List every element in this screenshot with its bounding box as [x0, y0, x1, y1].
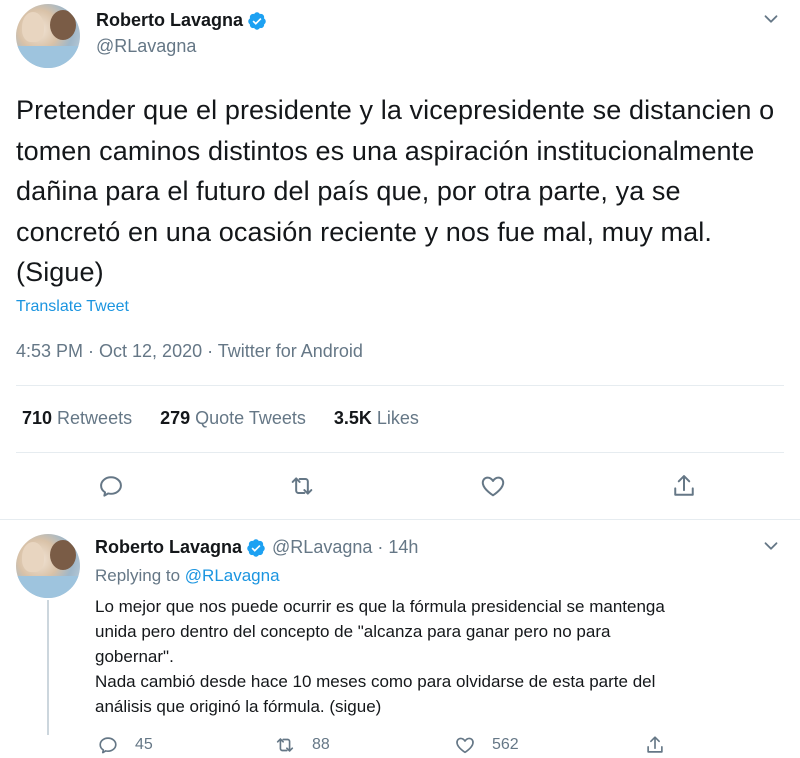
chevron-down-icon[interactable]	[760, 535, 782, 557]
reply-share-button[interactable]	[644, 734, 682, 756]
reply-icon	[100, 476, 122, 497]
replying-prefix: Replying to	[95, 566, 185, 585]
retweet-icon	[276, 738, 294, 752]
reply-retweet-button[interactable]: 88	[274, 734, 330, 756]
chevron-down-icon[interactable]	[760, 8, 782, 30]
avatar[interactable]	[16, 4, 80, 68]
translate-tweet-link[interactable]: Translate Tweet	[16, 298, 129, 316]
retweet-count: 88	[312, 736, 330, 753]
reply-text-line: gobernar".	[95, 647, 174, 666]
reply-button[interactable]	[97, 472, 125, 500]
replying-mention-link[interactable]: @RLavagna	[185, 566, 280, 585]
tweet-stats: 710 Retweets 279 Quote Tweets 3.5K Likes	[22, 408, 447, 429]
section-divider	[0, 519, 800, 520]
divider	[16, 452, 784, 453]
like-button[interactable]	[479, 472, 507, 500]
reply-like-button[interactable]: 562	[454, 734, 519, 756]
stat-quote-tweets[interactable]: 279 Quote Tweets	[160, 408, 306, 429]
stat-label: Retweets	[57, 408, 133, 428]
stat-retweets[interactable]: 710 Retweets	[22, 408, 132, 429]
main-tweet: Roberto Lavagna @RLavagna Pretender que …	[0, 0, 800, 520]
like-icon	[481, 476, 505, 497]
verified-badge-icon	[248, 11, 266, 30]
divider	[16, 385, 784, 386]
reply-text-line: unida pero dentro del concepto de "alcan…	[95, 622, 611, 641]
share-button[interactable]	[670, 472, 698, 500]
reply-handle-time[interactable]: @RLavagna · 14h	[272, 537, 418, 558]
tweet-text: Pretender que el presidente y la vicepre…	[16, 95, 775, 287]
stat-number: 279	[160, 408, 191, 428]
author-name-row[interactable]: Roberto Lavagna	[96, 10, 267, 31]
reply-text-line: análisis que originó la fórmula. (sigue)	[95, 697, 382, 716]
like-count: 562	[492, 736, 519, 753]
stat-likes[interactable]: 3.5K Likes	[334, 408, 419, 429]
replying-to: Replying to @RLavagna	[95, 566, 280, 586]
stat-number: 3.5K	[333, 408, 372, 428]
stat-number: 710	[22, 408, 53, 428]
stat-label: Quote Tweets	[195, 408, 306, 428]
verified-badge-icon	[247, 538, 265, 557]
reply-icon	[99, 737, 117, 754]
reply-author-name[interactable]: Roberto Lavagna	[95, 537, 242, 558]
stat-label: Likes	[376, 408, 419, 428]
tweet-meta[interactable]: 4:53 PM · Oct 12, 2020 · Twitter for And…	[16, 341, 363, 362]
like-icon	[456, 737, 474, 754]
thread-line	[47, 600, 49, 735]
reply-text-line: Nada cambió desde hace 10 meses como par…	[95, 672, 656, 691]
retweet-button[interactable]	[288, 472, 316, 500]
author-handle[interactable]: @RLavagna	[96, 36, 196, 57]
author-name[interactable]: Roberto Lavagna	[96, 10, 243, 31]
reply-reply-button[interactable]: 45	[97, 734, 153, 756]
reply-text-line: Lo mejor que nos puede ocurrir es que la…	[95, 597, 665, 616]
share-icon	[674, 475, 694, 496]
reply-avatar[interactable]	[16, 534, 80, 598]
reply-author-row[interactable]: Roberto Lavagna @RLavagna · 14h	[95, 537, 418, 558]
retweet-icon	[291, 477, 313, 495]
reply-count: 45	[135, 736, 153, 753]
share-icon	[647, 736, 663, 753]
